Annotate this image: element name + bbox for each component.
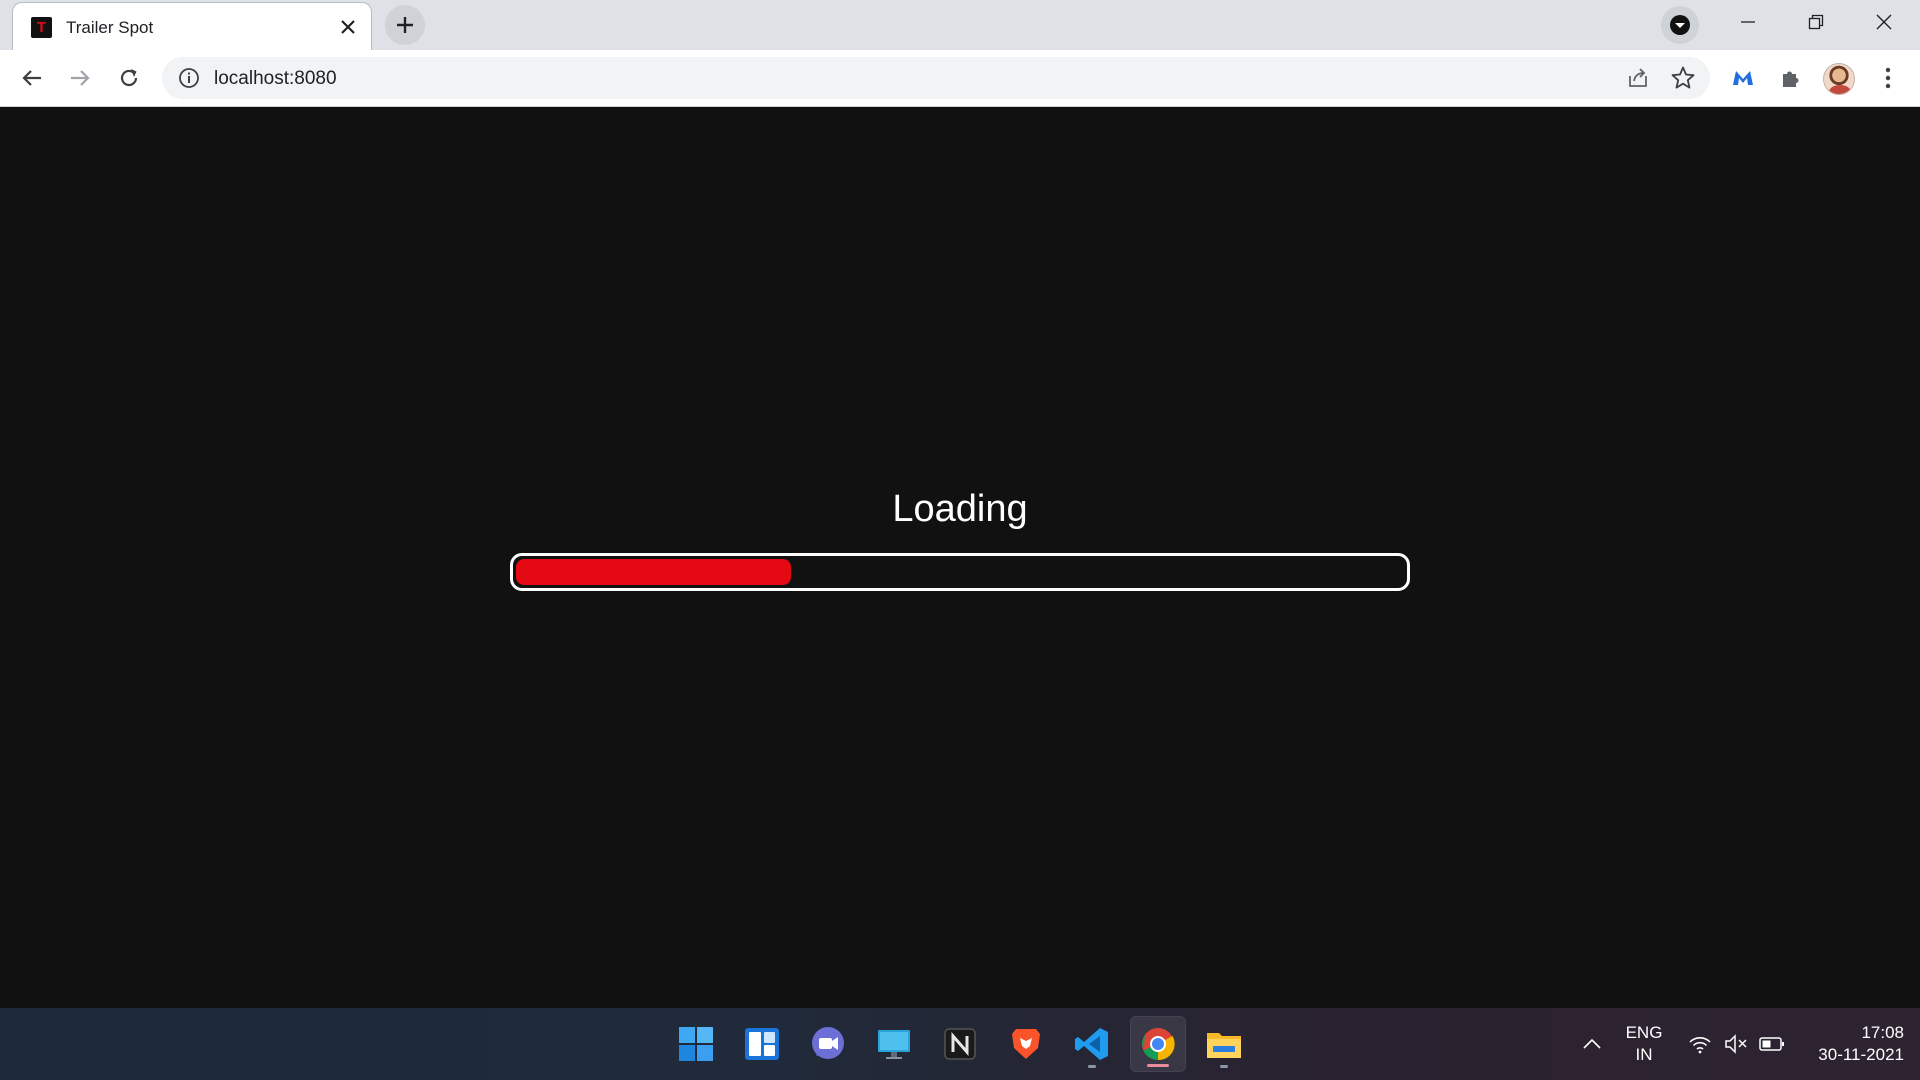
start-button[interactable] — [668, 1016, 724, 1072]
chrome-menu-button[interactable] — [1873, 63, 1903, 93]
clock-date: 30-11-2021 — [1818, 1045, 1904, 1064]
puzzle-icon — [1783, 71, 1799, 87]
file-explorer-button[interactable] — [1196, 1016, 1252, 1072]
chevron-down-circle-icon — [1670, 15, 1690, 35]
desktop-icon — [878, 1030, 910, 1059]
browser-toolbar: localhost:8080 — [0, 50, 1920, 107]
notion-icon — [944, 1028, 976, 1060]
favicon-letter: T — [36, 19, 47, 36]
close-window-button[interactable] — [1850, 0, 1918, 44]
running-indicator — [1220, 1065, 1228, 1068]
teams-chat-button[interactable] — [800, 1016, 856, 1072]
plus-icon — [397, 17, 413, 33]
brave-button[interactable] — [998, 1016, 1054, 1072]
wifi-icon[interactable] — [1686, 1030, 1714, 1058]
info-icon[interactable] — [178, 67, 200, 89]
arrow-right-icon — [71, 70, 90, 86]
close-icon — [1876, 14, 1892, 30]
language-code: ENG — [1625, 1023, 1663, 1042]
vscode-icon — [1075, 1028, 1108, 1060]
more-vertical-icon — [1885, 67, 1891, 89]
battery-icon[interactable] — [1758, 1030, 1786, 1058]
show-hidden-icons-button[interactable] — [1578, 1030, 1606, 1058]
restore-icon — [1808, 14, 1824, 30]
clock-time: 17:08 — [1861, 1023, 1904, 1042]
language-indicator[interactable]: ENG IN — [1620, 1022, 1668, 1066]
brave-icon — [1012, 1029, 1040, 1059]
extensions-button[interactable] — [1776, 63, 1806, 93]
extension-malwarebytes-button[interactable] — [1728, 63, 1758, 93]
url-text: localhost:8080 — [214, 68, 337, 89]
tab-search-button[interactable] — [1661, 6, 1699, 44]
chrome-icon — [1142, 1028, 1175, 1061]
widgets-icon — [745, 1028, 779, 1060]
taskbar: ENG IN 17:08 30-11-2021 — [0, 1008, 1920, 1080]
address-bar[interactable]: localhost:8080 — [162, 57, 1710, 99]
loading-label: Loading — [892, 488, 1028, 530]
tab-close-icon[interactable] — [335, 14, 361, 40]
speaker-muted-icon[interactable] — [1722, 1030, 1750, 1058]
running-indicator — [1088, 1065, 1096, 1068]
back-button[interactable] — [13, 59, 51, 97]
forward-button[interactable] — [61, 59, 99, 97]
clock[interactable]: 17:08 30-11-2021 — [1800, 1022, 1904, 1066]
widgets-button[interactable] — [734, 1016, 790, 1072]
active-indicator — [1147, 1064, 1169, 1067]
folder-icon — [1207, 1033, 1241, 1058]
reload-icon — [120, 69, 138, 87]
malwarebytes-icon — [1733, 71, 1753, 85]
minimize-button[interactable] — [1714, 0, 1782, 44]
windows-start-icon — [679, 1027, 713, 1061]
tab-strip: T Trailer Spot — [0, 0, 1920, 50]
share-icon[interactable] — [1626, 66, 1650, 90]
notion-button[interactable] — [932, 1016, 988, 1072]
reload-button[interactable] — [110, 59, 148, 97]
vscode-button[interactable] — [1064, 1016, 1120, 1072]
progress-bar — [510, 553, 1410, 591]
remote-desktop-button[interactable] — [866, 1016, 922, 1072]
minimize-icon — [1741, 21, 1755, 23]
new-tab-button[interactable] — [385, 5, 425, 45]
restore-button[interactable] — [1782, 0, 1850, 44]
trailer-spot-logo-icon: T — [31, 17, 52, 38]
arrow-left-icon — [22, 70, 41, 86]
progress-bar-fill — [516, 559, 792, 585]
browser-tab[interactable]: T Trailer Spot — [12, 2, 372, 50]
profile-avatar[interactable] — [1823, 63, 1855, 95]
chevron-up-icon — [1583, 1038, 1601, 1049]
chrome-button[interactable] — [1130, 1016, 1186, 1072]
teams-chat-icon — [812, 1027, 844, 1059]
bookmark-star-icon[interactable] — [1670, 65, 1696, 91]
region-code: IN — [1635, 1045, 1653, 1064]
tab-title: Trailer Spot — [66, 18, 154, 37]
page-content: Loading — [0, 108, 1920, 1008]
